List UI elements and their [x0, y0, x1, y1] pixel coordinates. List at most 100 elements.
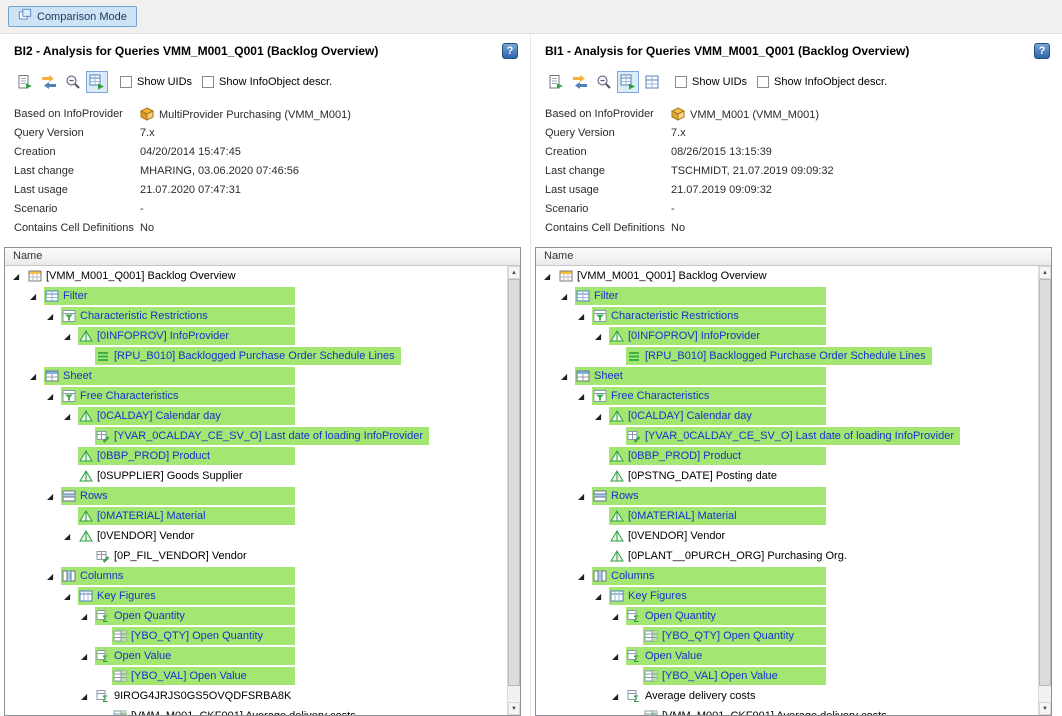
tree-item[interactable]: ◢Filter [536, 286, 1038, 306]
expand-toggle-icon[interactable]: ◢ [64, 592, 78, 601]
tree-node[interactable]: [RPU_B010] Backlogged Purchase Order Sch… [626, 347, 932, 365]
expand-toggle-icon[interactable]: ◢ [81, 652, 95, 661]
tree-item[interactable]: ◢Characteristic Restrictions [536, 306, 1038, 326]
tree-item[interactable]: [YBO_VAL] Open Value [536, 666, 1038, 686]
tree-item[interactable]: [YBO_QTY] Open Quantity [5, 626, 507, 646]
tree-column-header[interactable]: Name [5, 248, 520, 266]
tree-node[interactable]: [VMM_M001_CKF001] Average delivery costs [643, 707, 893, 715]
tree-node[interactable]: [VMM_M001_Q001] Backlog Overview [558, 267, 826, 285]
help-icon[interactable]: ? [1034, 43, 1050, 59]
tree-item[interactable]: ◢[0CALDAY] Calendar day [5, 406, 507, 426]
tree-node[interactable]: Free Characteristics [592, 387, 826, 405]
tree-node[interactable]: [YBO_QTY] Open Quantity [112, 627, 295, 645]
tree-node[interactable]: [YVAR_0CALDAY_CE_SV_O] Last date of load… [95, 427, 429, 445]
show-infoobject-descr-checkbox[interactable]: Show InfoObject descr. [202, 76, 332, 88]
tree-node[interactable]: [VMM_M001_CKF001] Average delivery costs [112, 707, 362, 715]
tree-node[interactable]: Sheet [44, 367, 295, 385]
tree-item[interactable]: [YBO_QTY] Open Quantity [536, 626, 1038, 646]
expand-toggle-icon[interactable]: ◢ [81, 692, 95, 701]
tree-item[interactable]: [0SUPPLIER] Goods Supplier [5, 466, 507, 486]
expand-toggle-icon[interactable]: ◢ [64, 532, 78, 541]
tree-item[interactable]: [YVAR_0CALDAY_CE_SV_O] Last date of load… [5, 426, 507, 446]
display-query-icon[interactable] [14, 71, 36, 93]
tree-item[interactable]: ◢Columns [536, 566, 1038, 586]
table-view-icon[interactable] [641, 71, 663, 93]
vertical-scrollbar[interactable]: ▲ ▼ [1038, 266, 1051, 715]
tree-node[interactable]: ΣAverage delivery costs [626, 687, 826, 705]
tree-item[interactable]: ◢ΣOpen Value [5, 646, 507, 666]
expand-toggle-icon[interactable]: ◢ [612, 612, 626, 621]
tree-node[interactable]: [0INFOPROV] InfoProvider [78, 327, 295, 345]
expand-toggle-icon[interactable]: ◢ [30, 372, 44, 381]
expand-toggle-icon[interactable]: ◢ [47, 312, 61, 321]
tree-node[interactable]: [RPU_B010] Backlogged Purchase Order Sch… [95, 347, 401, 365]
tree-item[interactable]: [YBO_VAL] Open Value [5, 666, 507, 686]
tree-node[interactable]: [0MATERIAL] Material [609, 507, 826, 525]
expand-toggle-icon[interactable]: ◢ [64, 332, 78, 341]
tree-node[interactable]: [0BBP_PROD] Product [78, 447, 295, 465]
expand-toggle-icon[interactable]: ◢ [612, 692, 626, 701]
expand-toggle-icon[interactable]: ◢ [578, 392, 592, 401]
tree-item[interactable]: ◢Rows [536, 486, 1038, 506]
tree-item[interactable]: ◢ΣOpen Quantity [5, 606, 507, 626]
tree-item[interactable]: ◢Σ9IROG4JRJS0GS5OVQDFSRBA8K [5, 686, 507, 706]
tree-node[interactable]: [YVAR_0CALDAY_CE_SV_O] Last date of load… [626, 427, 960, 445]
scroll-down-icon[interactable]: ▼ [1039, 702, 1051, 715]
tree-node[interactable]: [YBO_QTY] Open Quantity [643, 627, 826, 645]
show-uids-checkbox[interactable]: Show UIDs [120, 76, 192, 88]
tree-item[interactable]: ◢[VMM_M001_Q001] Backlog Overview [536, 266, 1038, 286]
tree-item[interactable]: ◢Rows [5, 486, 507, 506]
expand-toggle-icon[interactable]: ◢ [578, 572, 592, 581]
tree-item[interactable]: ◢[0VENDOR] Vendor [5, 526, 507, 546]
tree-item[interactable]: ◢ΣAverage delivery costs [536, 686, 1038, 706]
display-query-icon[interactable] [545, 71, 567, 93]
scroll-down-icon[interactable]: ▼ [508, 702, 520, 715]
tree-item[interactable]: ◢ΣOpen Value [536, 646, 1038, 666]
tree-item[interactable]: [RPU_B010] Backlogged Purchase Order Sch… [5, 346, 507, 366]
expand-compare-icon[interactable] [86, 71, 108, 93]
tree-node[interactable]: Free Characteristics [61, 387, 295, 405]
expand-toggle-icon[interactable]: ◢ [47, 392, 61, 401]
expand-toggle-icon[interactable]: ◢ [13, 272, 27, 281]
tree-item[interactable]: ◢Columns [5, 566, 507, 586]
tree-item[interactable]: [YVAR_0CALDAY_CE_SV_O] Last date of load… [536, 426, 1038, 446]
tree-node[interactable]: Filter [575, 287, 826, 305]
zoom-icon[interactable] [593, 71, 615, 93]
tree-node[interactable]: ΣOpen Quantity [626, 607, 826, 625]
tree-node[interactable]: [0CALDAY] Calendar day [609, 407, 826, 425]
tree-item[interactable]: [0PSTNG_DATE] Posting date [536, 466, 1038, 486]
tree-node[interactable]: [0VENDOR] Vendor [609, 527, 826, 545]
tree-item[interactable]: [VMM_M001_CKF001] Average delivery costs [536, 706, 1038, 715]
zoom-icon[interactable] [62, 71, 84, 93]
tree-item[interactable]: [0BBP_PROD] Product [536, 446, 1038, 466]
scrollbar-thumb[interactable] [508, 279, 520, 686]
tree-item[interactable]: ◢Sheet [5, 366, 507, 386]
tree-item[interactable]: [0MATERIAL] Material [5, 506, 507, 526]
tree-node[interactable]: Rows [592, 487, 826, 505]
tree-item[interactable]: ◢Key Figures [5, 586, 507, 606]
tree-node[interactable]: [0SUPPLIER] Goods Supplier [78, 467, 295, 485]
expand-toggle-icon[interactable]: ◢ [578, 492, 592, 501]
tree-node[interactable]: Filter [44, 287, 295, 305]
tree-item[interactable]: [0VENDOR] Vendor [536, 526, 1038, 546]
tree-item[interactable]: ◢Free Characteristics [536, 386, 1038, 406]
expand-toggle-icon[interactable]: ◢ [561, 372, 575, 381]
tree-node[interactable]: [0BBP_PROD] Product [609, 447, 826, 465]
expand-toggle-icon[interactable]: ◢ [612, 652, 626, 661]
checkbox-box[interactable] [757, 76, 769, 88]
tree-item[interactable]: ◢Free Characteristics [5, 386, 507, 406]
transfer-icon[interactable] [38, 71, 60, 93]
tree-node[interactable]: Columns [592, 567, 826, 585]
tree-node[interactable]: Key Figures [78, 587, 295, 605]
expand-toggle-icon[interactable]: ◢ [578, 312, 592, 321]
expand-toggle-icon[interactable]: ◢ [47, 492, 61, 501]
scroll-up-icon[interactable]: ▲ [508, 266, 520, 279]
expand-toggle-icon[interactable]: ◢ [595, 592, 609, 601]
tree-node[interactable]: [0P_FIL_VENDOR] Vendor [95, 547, 295, 565]
checkbox-box[interactable] [675, 76, 687, 88]
tree-node[interactable]: [0CALDAY] Calendar day [78, 407, 295, 425]
vertical-scrollbar[interactable]: ▲ ▼ [507, 266, 520, 715]
tree-item[interactable]: ◢[0INFOPROV] InfoProvider [5, 326, 507, 346]
tree-node[interactable]: Characteristic Restrictions [61, 307, 295, 325]
expand-toggle-icon[interactable]: ◢ [595, 332, 609, 341]
